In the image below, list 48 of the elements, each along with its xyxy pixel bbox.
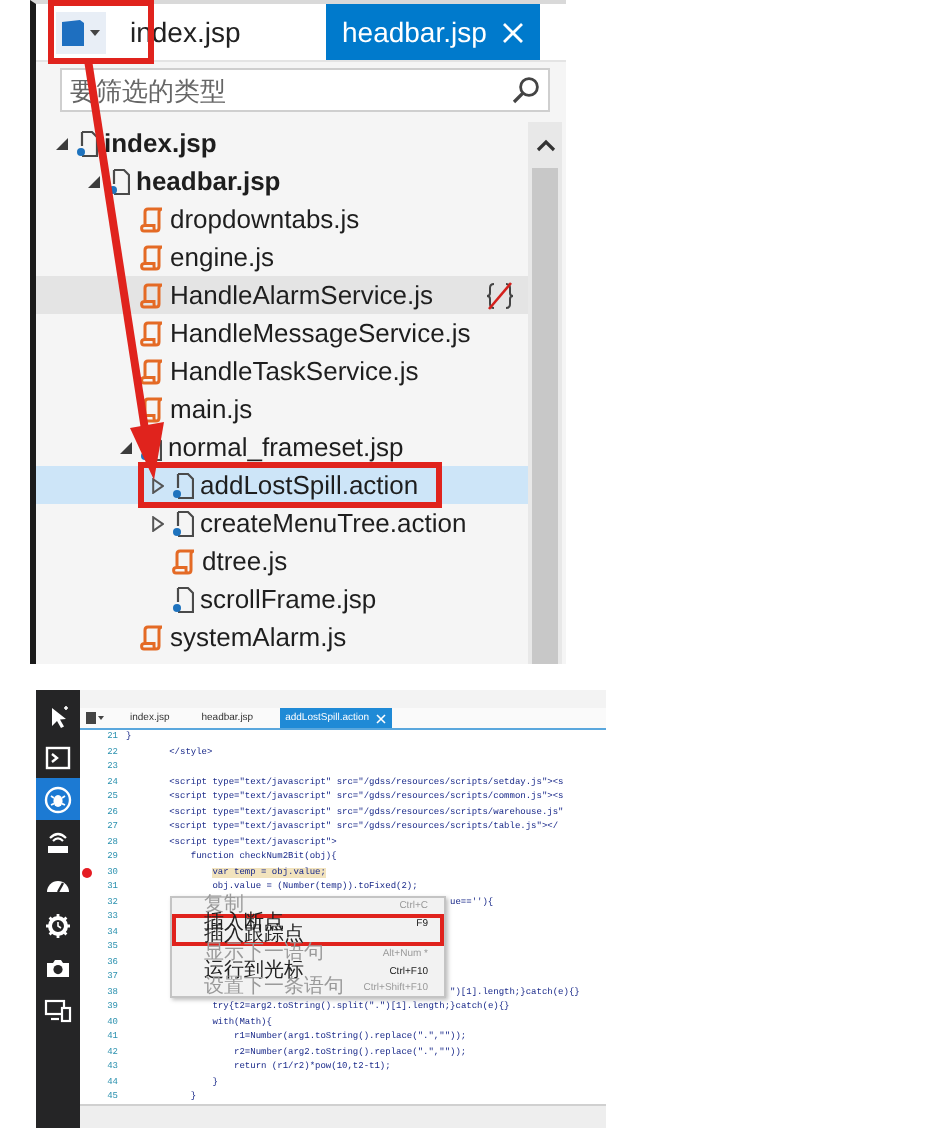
breakpoint-dot[interactable] <box>82 867 92 878</box>
document-icon <box>172 509 194 537</box>
document-icon <box>108 167 130 195</box>
close-icon[interactable] <box>375 713 386 723</box>
scrollbar[interactable] <box>528 122 562 664</box>
document-icon <box>172 585 194 613</box>
tree-item[interactable]: scrollFrame.jsp <box>36 580 528 618</box>
script-icon <box>172 547 196 575</box>
tree-item[interactable]: addLostSpill.action <box>36 466 528 504</box>
document-icon <box>76 129 98 157</box>
gear-icon <box>44 911 72 939</box>
tree-item[interactable]: HandleTaskService.js <box>36 352 528 390</box>
tree-item[interactable]: engine.js <box>36 238 528 276</box>
script-icon <box>140 281 164 309</box>
document-icon[interactable] <box>86 712 104 724</box>
script-icon <box>140 623 164 651</box>
expanded-arrow-icon[interactable] <box>120 441 132 453</box>
tree-item[interactable]: headbar.jsp <box>36 162 528 200</box>
devices-icon <box>44 995 72 1023</box>
bug-icon <box>44 785 72 813</box>
document-icon <box>172 471 194 499</box>
file-menu-button[interactable] <box>56 11 106 53</box>
caret-icon <box>90 29 100 35</box>
tree-item[interactable]: dropdowntabs.js <box>36 200 528 238</box>
tree-item[interactable]: createMenuTree.action <box>36 504 528 542</box>
tree-item[interactable]: HandleAlarmService.js <box>36 276 528 314</box>
script-icon <box>140 357 164 385</box>
tree-item[interactable]: index.jsp <box>36 124 528 162</box>
script-icon <box>140 205 164 233</box>
expanded-arrow-icon[interactable] <box>56 137 68 149</box>
search-icon[interactable] <box>512 76 540 104</box>
document-icon <box>62 19 84 45</box>
expanded-arrow-icon[interactable] <box>88 175 100 187</box>
terminal-icon <box>44 743 72 771</box>
tree-item[interactable]: dtree.js <box>36 542 528 580</box>
tree-item[interactable]: main.js <box>36 390 528 428</box>
tree-item[interactable]: HandleMessageService.js <box>36 314 528 352</box>
slashed-braces-icon[interactable] <box>484 279 516 311</box>
scroll-up-icon[interactable] <box>535 138 555 152</box>
script-icon <box>140 243 164 271</box>
collapsed-arrow-icon[interactable] <box>152 515 164 531</box>
script-icon <box>140 395 164 423</box>
close-icon[interactable] <box>502 21 524 43</box>
script-icon <box>140 319 164 347</box>
router-icon <box>44 827 72 855</box>
collapsed-arrow-icon[interactable] <box>152 477 164 493</box>
file-tab[interactable]: headbar.jsp <box>326 4 540 60</box>
tree-item[interactable]: systemAlarm.js <box>36 618 528 656</box>
